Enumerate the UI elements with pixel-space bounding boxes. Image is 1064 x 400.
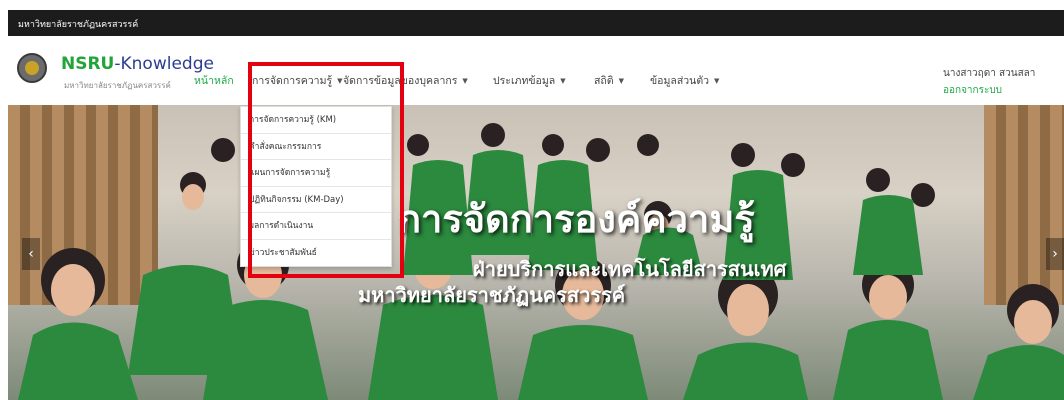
nav-profile[interactable]: ข้อมูลส่วนตัว ▼ [650,72,719,89]
user-name[interactable]: นางสาวฤดา สวนสลา [943,66,1035,81]
nav-data-types-label: ประเภทข้อมูล [493,75,556,87]
dropdown-item-km[interactable]: การจัดการความรู้ (KM) [241,107,391,134]
hero-title: การจัดการองค์ความรู้ [398,197,755,241]
top-bar-university: มหาวิทยาลัยราชภัฏนครสวรรค์ [18,20,139,30]
logout-link[interactable]: ออกจากระบบ [943,83,1002,98]
knowledge-management-dropdown: การจัดการความรู้ (KM) คำสั่งคณะกรรมการ แ… [240,106,392,267]
chevron-right-icon: › [1052,246,1058,262]
nav-knowledge-management-label: การจัดการความรู้ [252,75,333,87]
nav-home-label: หน้าหลัก [194,75,234,87]
dropdown-item-committee-orders[interactable]: คำสั่งคณะกรรมการ [241,134,391,160]
browser-viewport: มหาวิทยาลัยราชภัฏนครสวรรค์ NSRU-Knowledg… [8,10,1064,400]
chevron-down-icon: ▼ [462,77,468,85]
dropdown-item-km-plan[interactable]: แผนการจัดการความรู้ [241,160,391,187]
brand-subtitle: มหาวิทยาลัยราชภัฏนครสวรรค์ [64,81,171,90]
chevron-down-icon: ▼ [560,77,566,85]
hero-banner: การจัดการองค์ความรู้ ฝ่ายบริการและเทคโนโ… [8,105,1064,400]
nav-statistics-label: สถิติ [594,75,614,87]
brand-title[interactable]: NSRU-Knowledge [61,55,214,73]
chevron-left-icon: ‹ [28,246,34,262]
brand-suffix: -Knowledge [114,54,214,74]
top-bar: มหาวิทยาลัยราชภัฏนครสวรรค์ [8,10,1064,36]
chevron-down-icon: ▼ [337,77,343,85]
nav-data-types[interactable]: ประเภทข้อมูล ▼ [493,72,566,89]
dropdown-item-results[interactable]: ผลการดำเนินงาน [241,213,391,240]
carousel-prev-button[interactable]: ‹ [22,238,40,270]
nav-knowledge-management[interactable]: การจัดการความรู้ ▼ [252,72,343,89]
carousel-next-button[interactable]: › [1046,238,1064,270]
nav-personnel-data-label: จัดการข้อมูลของบุคลากร [343,75,458,87]
main-navbar: NSRU-Knowledge มหาวิทยาลัยราชภัฏนครสวรรค… [8,36,1064,105]
nav-statistics[interactable]: สถิติ ▼ [594,72,624,89]
dropdown-item-news[interactable]: ข่าวประชาสัมพันธ์ [241,240,391,267]
nav-home[interactable]: หน้าหลัก [194,72,234,89]
dropdown-item-km-day-calendar[interactable]: ปฏิทินกิจกรรม (KM-Day) [241,187,391,213]
university-seal-icon[interactable] [17,53,47,83]
nav-profile-label: ข้อมูลส่วนตัว [650,75,710,87]
hero-subtitle-line2: มหาวิทยาลัยราชภัฏนครสวรรค์ [358,283,626,307]
brand-prefix: NSRU [61,54,115,74]
chevron-down-icon: ▼ [714,77,720,85]
logo-center [25,61,39,75]
nav-personnel-data[interactable]: จัดการข้อมูลของบุคลากร ▼ [343,72,468,89]
chevron-down-icon: ▼ [618,77,624,85]
